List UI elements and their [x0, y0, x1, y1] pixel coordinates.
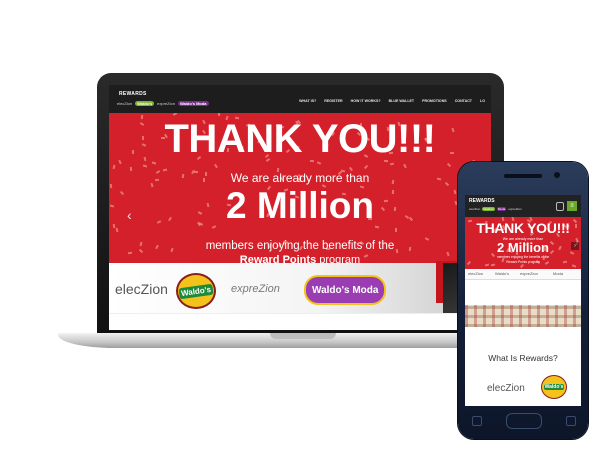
program-text: program — [316, 254, 361, 263]
phone-screen: REWARDS elecZion Waldo's Moda expreZion … — [465, 195, 581, 406]
logo-waldos-moda[interactable]: Waldo's Moda — [177, 100, 209, 106]
plaid-pattern-banner — [465, 305, 581, 327]
nav-login[interactable]: LO — [480, 99, 485, 103]
mobile-hero-line-program: Reward Points program — [506, 260, 540, 264]
logo-waldos[interactable]: Waldo's — [135, 100, 155, 106]
mobile-logo-strip: elecZion Waldo's expreZion Moda — [465, 269, 581, 280]
phone-recent-button[interactable] — [566, 416, 576, 426]
mobile-hero-line-benefits: members enjoying the benefits of the — [496, 255, 550, 259]
hero-line-benefits: members enjoying the benefits of the — [205, 240, 395, 252]
confetti-piece — [142, 164, 148, 168]
brand-logo-strip: elecZion Waldo's expreZion Waldo's Moda — [109, 261, 491, 313]
brand-logos: elecZion Waldo's expreZion Waldo's Moda — [117, 99, 209, 107]
strip-logo-waldos-moda[interactable]: Waldo's Moda — [304, 275, 387, 305]
confetti-piece — [217, 113, 221, 117]
user-icon[interactable] — [556, 202, 564, 211]
mobile-strip-moda[interactable]: Moda — [553, 271, 563, 276]
mobile-logo-elecZion-large[interactable]: elecZion — [487, 383, 525, 394]
confetti-piece — [213, 163, 218, 169]
strip-logo-expreZion[interactable]: expreZion — [231, 283, 280, 295]
mobile-brand-title[interactable]: REWARDS — [469, 198, 495, 204]
hero-title: THANK YOU!!! — [164, 117, 436, 161]
mobile-waldos-text: Waldo's — [543, 384, 565, 390]
confetti-piece — [446, 162, 451, 168]
strip-logo-elecZion[interactable]: elecZion — [115, 281, 168, 297]
mobile-logo-expreZion[interactable]: expreZion — [508, 207, 521, 211]
confetti-piece — [389, 162, 394, 166]
mobile-hero-title: THANK YOU!!! — [476, 220, 570, 236]
waldos-text: Waldo's — [178, 283, 214, 299]
phone-frame: REWARDS elecZion Waldo's Moda expreZion … — [458, 162, 588, 439]
mobile-carousel-next-icon[interactable]: › — [571, 242, 579, 250]
nav-contact[interactable]: CONTACT — [455, 99, 472, 103]
confetti-piece — [172, 113, 177, 117]
phone-camera-icon — [554, 172, 560, 178]
laptop-screen: REWARDS elecZion Waldo's expreZion Waldo… — [109, 85, 491, 330]
nav-what-is[interactable]: WHAT IS? — [299, 99, 316, 103]
confetti-piece — [572, 263, 577, 268]
moda-text: Waldo's Moda — [312, 284, 379, 296]
reward-points-text: Reward Points — [239, 254, 317, 263]
laptop-notch — [270, 333, 336, 339]
what-is-rewards-heading: What Is Rewards? — [488, 353, 558, 363]
phone-home-button[interactable] — [506, 413, 542, 429]
hero-line-program: Reward Points program — [109, 254, 491, 263]
mobile-hero-member-count: 2 Million — [497, 240, 549, 255]
mobile-logo-elecZion[interactable]: elecZion — [469, 207, 480, 211]
nav-promotions[interactable]: PROMOTIONS — [422, 99, 447, 103]
mobile-strip-expreZion[interactable]: expreZion — [520, 271, 538, 276]
mobile-hero-banner: THANK YOU!!! We are already more than 2 … — [465, 217, 581, 269]
hero-banner: THANK YOU!!! We are already more than 2 … — [109, 113, 491, 263]
mobile-logo-waldos-large[interactable]: Waldo's — [541, 375, 567, 399]
hamburger-menu-icon[interactable]: ≡ — [567, 201, 577, 211]
mobile-strip-waldos[interactable]: Waldo's — [495, 271, 509, 276]
hero-member-count: 2 Million — [226, 185, 374, 226]
mobile-logo-waldos[interactable]: Waldo's — [482, 207, 495, 211]
logo-expreZion[interactable]: expreZion — [157, 101, 175, 106]
confetti-piece — [402, 163, 407, 169]
mobile-navbar: REWARDS elecZion Waldo's Moda expreZion … — [465, 195, 581, 217]
mobile-logo-moda[interactable]: Moda — [496, 207, 507, 211]
confetti-piece — [112, 165, 116, 170]
hero-subtitle: We are already more than — [230, 171, 370, 185]
desktop-navbar: REWARDS elecZion Waldo's expreZion Waldo… — [109, 85, 491, 113]
carousel-prev-icon[interactable]: ‹ — [127, 208, 132, 222]
nav-how-it-works[interactable]: HOW IT WORKS? — [351, 99, 381, 103]
confetti-piece — [364, 164, 369, 170]
mobile-strip-elecZion[interactable]: elecZion — [468, 271, 483, 276]
confetti-piece — [211, 225, 216, 230]
confetti-piece — [375, 225, 380, 229]
phone-speaker — [504, 174, 542, 178]
brand-title[interactable]: REWARDS — [119, 91, 147, 97]
confetti-piece — [316, 161, 322, 165]
confetti-piece — [151, 160, 157, 165]
nav-menu: WHAT IS? REGISTER HOW IT WORKS? BLUE WAL… — [299, 99, 485, 103]
confetti-piece — [395, 227, 398, 232]
phone-back-button[interactable] — [472, 416, 482, 426]
confetti-piece — [115, 228, 119, 233]
nav-blue-wallet[interactable]: BLUE WALLET — [389, 99, 415, 103]
page-below-fold — [109, 313, 491, 330]
logo-elecZion[interactable]: elecZion — [117, 101, 132, 106]
mobile-brand-logos: elecZion Waldo's Moda expreZion — [469, 207, 522, 211]
nav-register[interactable]: REGISTER — [324, 99, 342, 103]
strip-logo-waldos[interactable]: Waldo's — [176, 273, 216, 309]
